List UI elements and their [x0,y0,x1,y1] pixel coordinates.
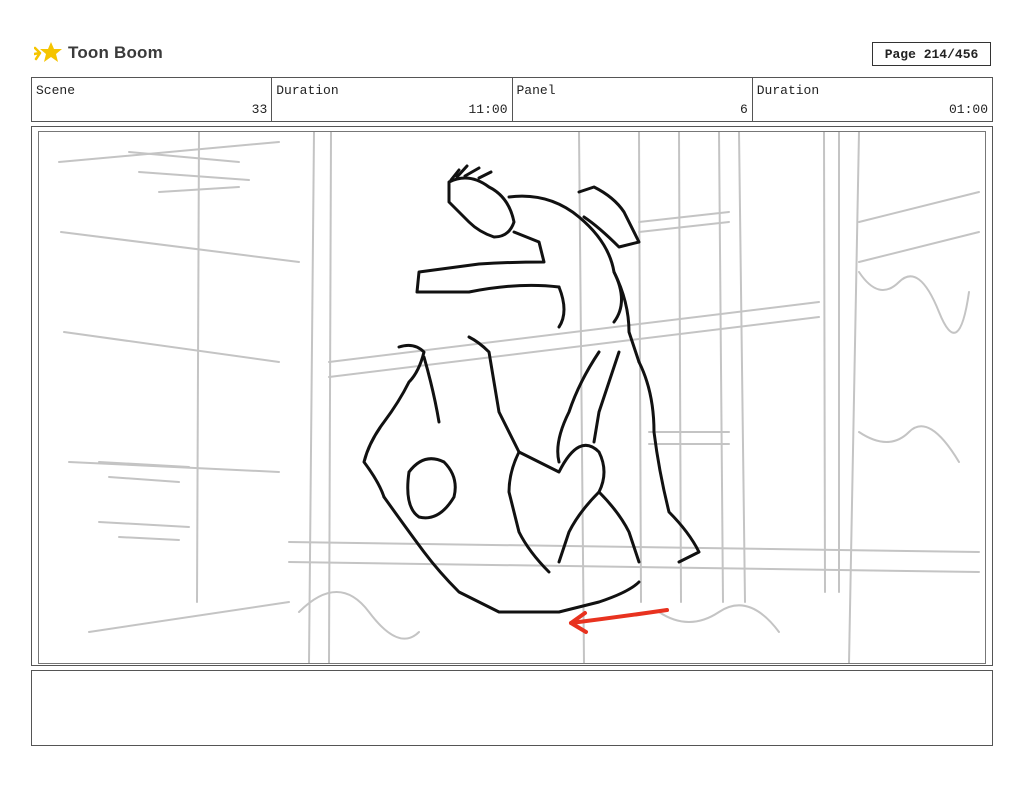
panel-notes-box[interactable] [31,670,993,746]
scene-info-row: Scene 33 Duration 11:00 Panel 6 Duration… [31,77,993,122]
panel-value: 6 [739,102,748,117]
scene-duration-label: Duration [276,83,339,98]
motion-arrow-icon [569,608,669,634]
scene-duration-cell: Duration 11:00 [272,78,513,121]
panel-cell: Panel 6 [513,78,753,121]
panel-duration-label: Duration [756,83,820,98]
scene-label: Scene [36,83,76,98]
storyboard-sketch [58,132,980,663]
logo-text: Toon Boom [68,43,163,62]
toon-boom-star-icon [34,42,62,62]
scene-cell: Scene 33 [32,78,273,121]
page-indicator: Page 214/456 [872,42,991,66]
scene-duration-value: 11:00 [468,102,508,117]
toon-boom-logo: Toon Boom [34,38,163,68]
panel-label: Panel [516,83,556,98]
scene-value: 33 [251,102,268,117]
panel-image [38,131,986,664]
panel-duration-cell: Duration 01:00 [753,78,992,121]
panel-duration-value: 01:00 [948,102,988,117]
